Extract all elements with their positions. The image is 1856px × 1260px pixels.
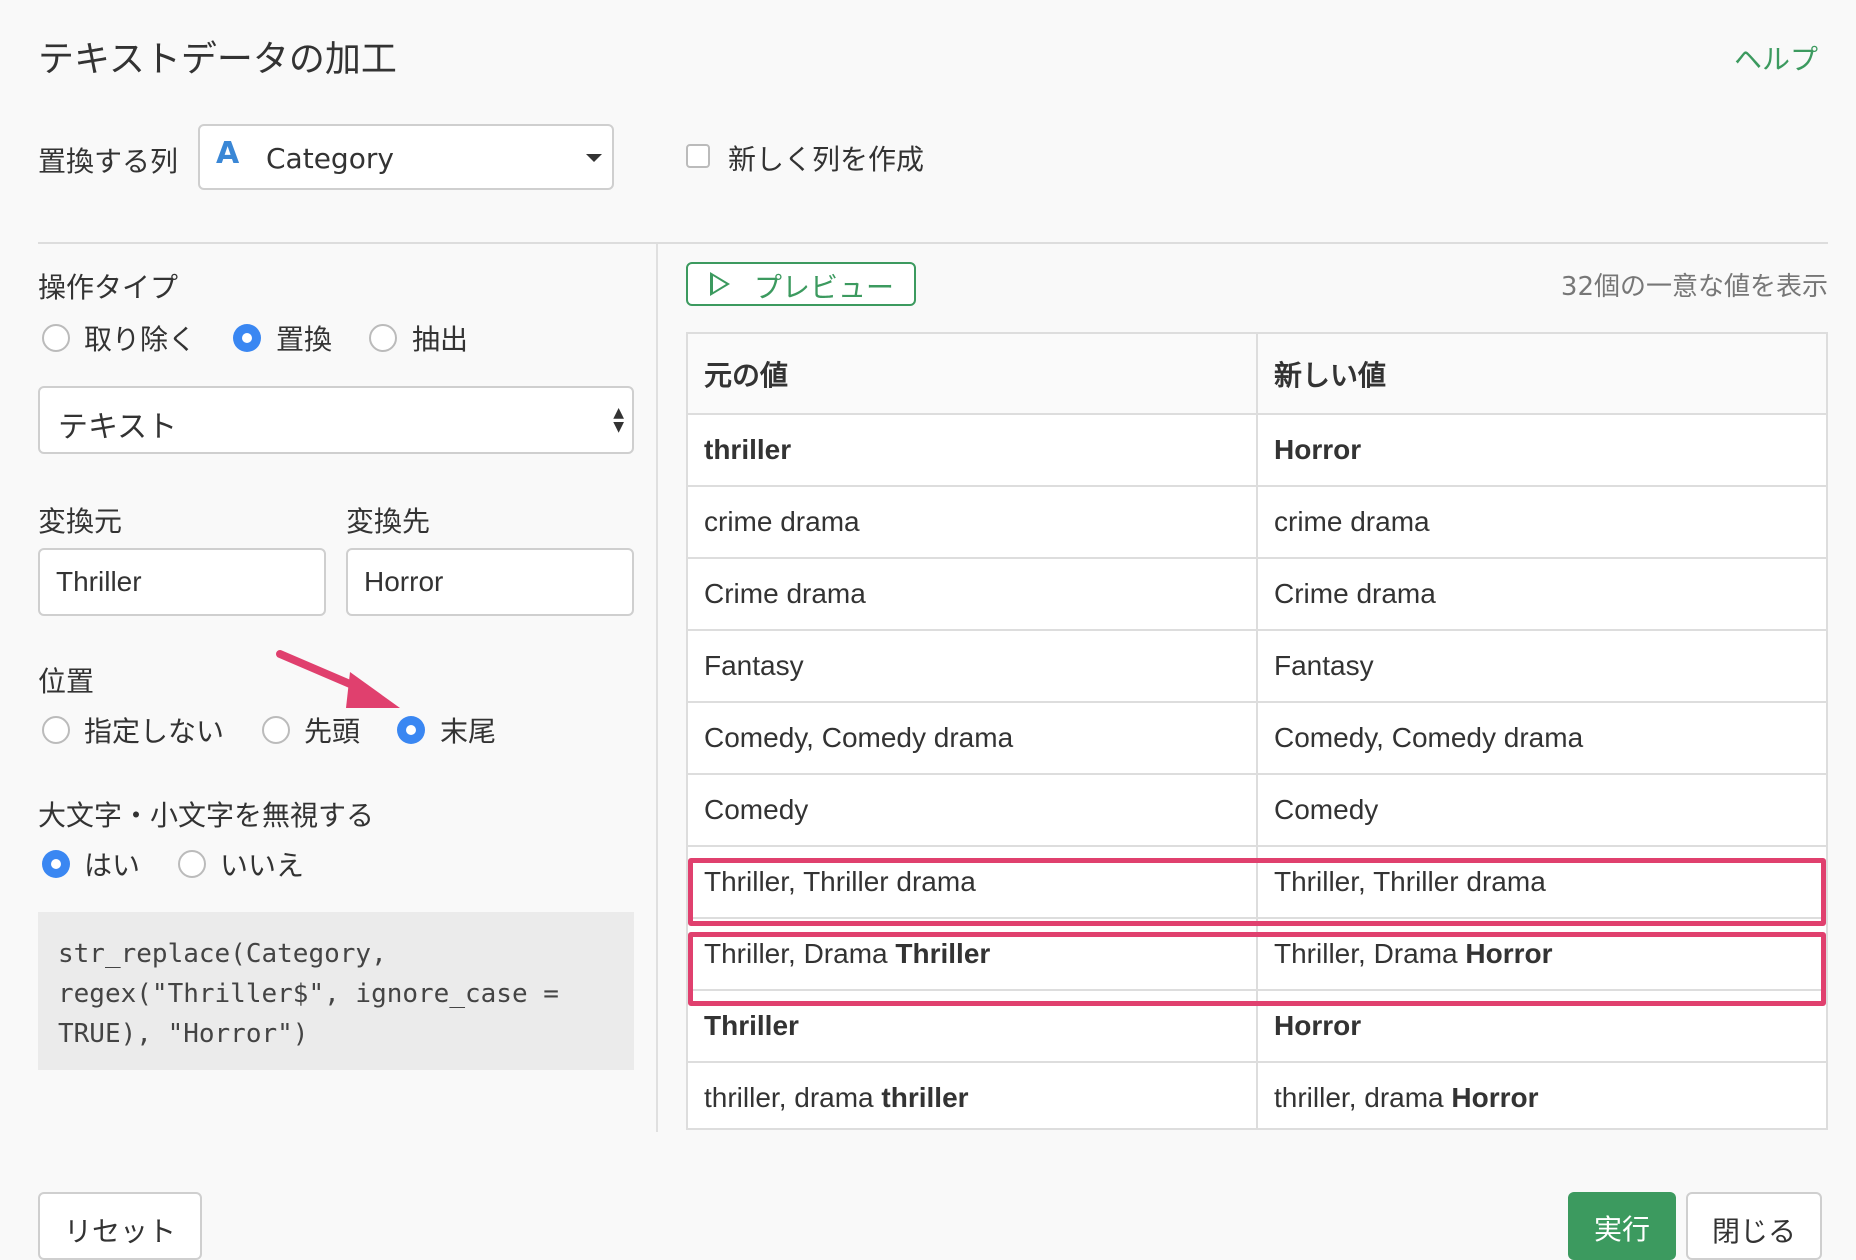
original-value-cell: thriller, drama thriller [688, 1062, 1258, 1128]
new-column-checkbox[interactable] [686, 144, 710, 168]
table-row: thriller, drama thriller thriller, drama … [688, 1062, 1826, 1128]
preview-table: 元の値 新しい値 thriller Horror crime drama crime … [686, 332, 1828, 1130]
operation-type-label: 操作タイプ [38, 271, 179, 304]
text-type-icon: A [216, 136, 240, 171]
close-button-label: 閉じる [1711, 1215, 1796, 1248]
target-column-value: Category [266, 142, 394, 175]
table-row: Comedy Comedy [688, 774, 1826, 847]
from-label: 変換元 [38, 505, 123, 538]
reset-button-label: リセット [63, 1215, 176, 1248]
new-value-cell: Horror [1257, 414, 1826, 487]
to-label: 変換先 [346, 505, 431, 538]
updown-caret-icon: ▲ ▼ [613, 405, 624, 435]
panel-divider [656, 244, 658, 1132]
new-value-cell: Comedy, Comedy drama [1257, 702, 1826, 775]
table-row: Comedy, Comedy drama Comedy, Comedy drama [688, 702, 1826, 775]
new-value-cell: Crime drama [1257, 558, 1826, 631]
from-input[interactable]: Thriller [38, 548, 326, 616]
table-row: thriller Horror [688, 414, 1826, 487]
radio-position-none-label: 指定しない [84, 715, 225, 748]
table-row: Crime drama Crime drama [688, 558, 1826, 631]
table-row: crime drama crime drama [688, 486, 1826, 559]
radio-position-end[interactable] [397, 716, 425, 744]
dialog-title: テキストデータの加工 [38, 39, 397, 80]
header-new: 新しい値 [1257, 334, 1826, 415]
new-column-label: 新しく列を作成 [728, 143, 925, 176]
close-button[interactable]: 閉じる [1686, 1192, 1822, 1260]
radio-remove-label: 取り除く [84, 323, 197, 356]
header-original: 元の値 [688, 334, 1258, 415]
radio-extract-label: 抽出 [412, 323, 469, 356]
radio-position-start-label: 先頭 [304, 715, 361, 748]
divider [38, 242, 1828, 244]
radio-remove[interactable] [42, 324, 70, 352]
original-value-cell: Comedy [688, 774, 1258, 847]
radio-position-none[interactable] [42, 716, 70, 744]
highlight-box [688, 858, 1826, 926]
radio-position-start[interactable] [262, 716, 290, 744]
radio-replace-label: 置換 [276, 323, 333, 356]
radio-ignore-case-no-label: いいえ [220, 849, 305, 882]
original-value-cell: Comedy, Comedy drama [688, 702, 1258, 775]
reset-button[interactable]: リセット [38, 1192, 202, 1260]
play-icon [710, 272, 730, 296]
run-button[interactable]: 実行 [1568, 1192, 1676, 1260]
table-row: Fantasy Fantasy [688, 630, 1826, 703]
original-value-cell: Fantasy [688, 630, 1258, 703]
new-value-cell: Comedy [1257, 774, 1826, 847]
unique-count-text: 32個の一意な値を表示 [1560, 272, 1828, 302]
new-value-cell: thriller, drama Horror [1257, 1062, 1826, 1128]
radio-position-end-label: 末尾 [440, 715, 497, 748]
help-link[interactable]: ヘルプ [1734, 38, 1818, 78]
code-preview: str_replace(Category, regex("Thriller$",… [38, 912, 634, 1070]
original-value-cell: crime drama [688, 486, 1258, 559]
arrow-annotation-icon [276, 650, 400, 708]
position-label: 位置 [38, 665, 95, 698]
table-header-row: 元の値 新しい値 [688, 334, 1826, 415]
original-value-cell: Crime drama [688, 558, 1258, 631]
radio-replace[interactable] [233, 324, 261, 352]
radio-ignore-case-yes-label: はい [84, 849, 141, 882]
target-column-select[interactable]: A Category [198, 124, 614, 190]
original-value-cell: thriller [688, 414, 1258, 487]
new-value-cell: Fantasy [1257, 630, 1826, 703]
radio-ignore-case-no[interactable] [178, 850, 206, 878]
to-input[interactable]: Horror [346, 548, 634, 616]
radio-ignore-case-yes[interactable] [42, 850, 70, 878]
chevron-down-icon [586, 154, 602, 162]
match-mode-select[interactable]: テキスト ▲ ▼ [38, 386, 634, 454]
match-mode-value: テキスト [58, 410, 178, 445]
preview-button[interactable]: プレビュー [686, 262, 916, 306]
ignore-case-label: 大文字・小文字を無視する [38, 799, 375, 832]
run-button-label: 実行 [1593, 1213, 1650, 1246]
radio-extract[interactable] [369, 324, 397, 352]
preview-button-label: プレビュー [754, 271, 895, 304]
highlight-box [688, 932, 1826, 1006]
target-column-label: 置換する列 [38, 145, 179, 178]
new-value-cell: crime drama [1257, 486, 1826, 559]
